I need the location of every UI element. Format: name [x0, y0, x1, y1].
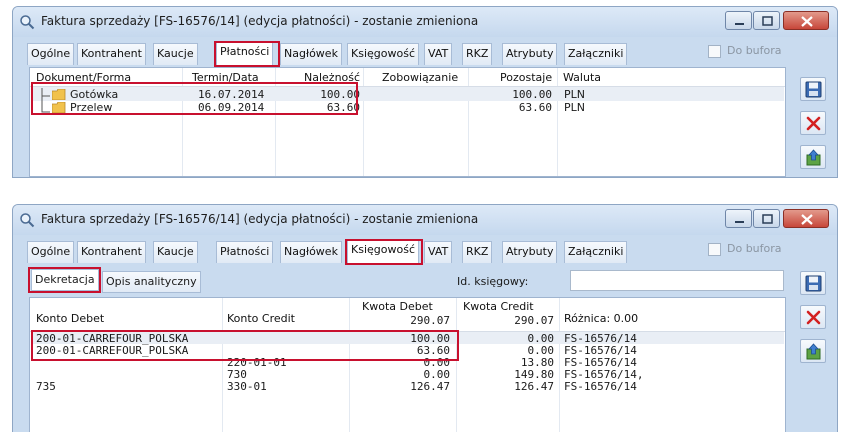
tab-ogolne[interactable]: Ogólne	[27, 241, 75, 263]
row2-waluta: PLN	[564, 101, 585, 114]
close-button[interactable]	[783, 209, 829, 228]
row1-pozostaje: 100.00	[512, 88, 552, 101]
do-bufora-checkbox[interactable]	[708, 45, 721, 58]
subtab-dekretacja[interactable]: Dekretacja	[31, 269, 99, 291]
do-bufora-label: Do bufora	[727, 242, 782, 255]
save-button[interactable]	[800, 77, 826, 101]
delete-button[interactable]	[800, 305, 826, 329]
tab-zalaczniki[interactable]: Załączniki	[564, 43, 628, 65]
tab-kontrahent[interactable]: Kontrahent	[77, 43, 146, 65]
tab-ksiegowosc[interactable]: Księgowość	[347, 239, 419, 263]
col-naleznosc[interactable]: Należność	[304, 71, 360, 84]
delete-icon	[806, 310, 821, 325]
row2-pozostaje: 63.60	[518, 101, 552, 114]
row5-konto-debet: 735	[36, 380, 56, 393]
tab-kaucje[interactable]: Kaucje	[153, 241, 198, 263]
minimize-icon	[735, 221, 744, 223]
col-dokument-forma[interactable]: Dokument/Forma	[36, 71, 131, 84]
tab-rkz[interactable]: RKZ	[462, 43, 493, 65]
row5-kwota-credit: 126.47	[514, 380, 554, 393]
tab-platnosci[interactable]: Płatności	[216, 241, 274, 263]
export-icon	[806, 149, 821, 166]
total-credit: 290.07	[514, 314, 554, 327]
export-icon	[806, 343, 821, 360]
delete-button[interactable]	[800, 111, 826, 135]
id-ksiegowy-label: Id. księgowy:	[457, 275, 529, 288]
row1-termin: 16.07.2014	[198, 88, 265, 101]
col-konto-credit[interactable]: Konto Credit	[227, 312, 295, 325]
tab-naglowek[interactable]: Nagłówek	[280, 241, 342, 263]
postings-table: Konto Debet Konto Credit Kwota Debet 290…	[29, 297, 786, 432]
export-button[interactable]	[800, 339, 826, 363]
col-termin-data[interactable]: Termin/Data	[192, 71, 259, 84]
row1-forma: Gotówka	[70, 88, 119, 101]
close-button[interactable]	[783, 11, 829, 30]
col-waluta[interactable]: Waluta	[563, 71, 601, 84]
col-zobowiazanie[interactable]: Zobowiązanie	[382, 71, 458, 84]
do-bufora-checkbox[interactable]	[708, 243, 721, 256]
col-pozostaje[interactable]: Pozostaje	[500, 71, 552, 84]
id-ksiegowy-input[interactable]	[570, 270, 784, 291]
minimize-icon	[735, 23, 744, 25]
tab-kaucje[interactable]: Kaucje	[153, 43, 198, 65]
tab-atrybuty[interactable]: Atrybuty	[502, 241, 558, 263]
maximize-icon	[762, 214, 773, 224]
window-accounting: Faktura sprzedaży [FS-16576/14] (edycja …	[12, 204, 838, 432]
minimize-button[interactable]	[725, 209, 752, 228]
tab-ksiegowosc[interactable]: Księgowość	[347, 43, 419, 65]
window-title: Faktura sprzedaży [FS-16576/14] (edycja …	[41, 14, 479, 28]
row1-waluta: PLN	[564, 88, 585, 101]
maximize-button[interactable]	[753, 209, 780, 228]
close-icon	[801, 214, 813, 225]
minimize-button[interactable]	[725, 11, 752, 30]
total-debet: 290.07	[410, 314, 450, 327]
save-icon	[805, 275, 822, 292]
search-window-icon	[20, 213, 35, 228]
save-button[interactable]	[800, 271, 826, 295]
row2-termin: 06.09.2014	[198, 101, 265, 114]
row2-konto-debet: 200-01-CARREFOUR_POLSKA	[36, 344, 189, 357]
tab-vat[interactable]: VAT	[424, 241, 453, 263]
window-title: Faktura sprzedaży [FS-16576/14] (edycja …	[41, 212, 479, 226]
col-konto-debet[interactable]: Konto Debet	[36, 312, 104, 325]
folder-icon	[52, 102, 66, 113]
tab-strip: Ogólne Kontrahent Kaucje Płatności Nagłó…	[27, 239, 787, 263]
col-roznica[interactable]: Różnica: 0.00	[564, 312, 638, 325]
row5-opis: FS-16576/14	[564, 380, 637, 393]
row2-forma: Przelew	[70, 101, 113, 114]
folder-icon	[52, 89, 66, 100]
tab-atrybuty[interactable]: Atrybuty	[502, 43, 558, 65]
col-kwota-debet[interactable]: Kwota Debet	[362, 300, 433, 313]
close-icon	[801, 16, 813, 27]
search-window-icon	[20, 15, 35, 30]
tab-rkz[interactable]: RKZ	[462, 241, 493, 263]
payments-table: Dokument/Forma Termin/Data Należność Zob…	[29, 67, 786, 177]
save-icon	[805, 81, 822, 98]
window-payments: Faktura sprzedaży [FS-16576/14] (edycja …	[12, 6, 838, 178]
row1-naleznosc: 100.00	[320, 88, 360, 101]
title-bar[interactable]: Faktura sprzedaży [FS-16576/14] (edycja …	[13, 7, 837, 37]
export-button[interactable]	[800, 145, 826, 169]
tab-platnosci[interactable]: Płatności	[216, 41, 274, 65]
row5-konto-credit: 330-01	[227, 380, 267, 393]
tab-vat[interactable]: VAT	[424, 43, 453, 65]
row5-kwota-debet: 126.47	[410, 380, 450, 393]
col-kwota-credit[interactable]: Kwota Credit	[463, 300, 534, 313]
row2-naleznosc: 63.60	[326, 101, 360, 114]
tab-zalaczniki[interactable]: Załączniki	[564, 241, 628, 263]
table-row-selected[interactable]	[31, 87, 784, 101]
subtab-opis-analityczny[interactable]: Opis analityczny	[102, 271, 201, 293]
tab-ogolne[interactable]: Ogólne	[27, 43, 75, 65]
do-bufora-label: Do bufora	[727, 44, 782, 57]
title-bar[interactable]: Faktura sprzedaży [FS-16576/14] (edycja …	[13, 205, 837, 235]
tab-kontrahent[interactable]: Kontrahent	[77, 241, 146, 263]
maximize-icon	[762, 16, 773, 26]
tab-strip: Ogólne Kontrahent Kaucje Płatności Nagłó…	[27, 41, 787, 65]
tab-naglowek[interactable]: Nagłówek	[280, 43, 342, 65]
maximize-button[interactable]	[753, 11, 780, 30]
delete-icon	[806, 116, 821, 131]
